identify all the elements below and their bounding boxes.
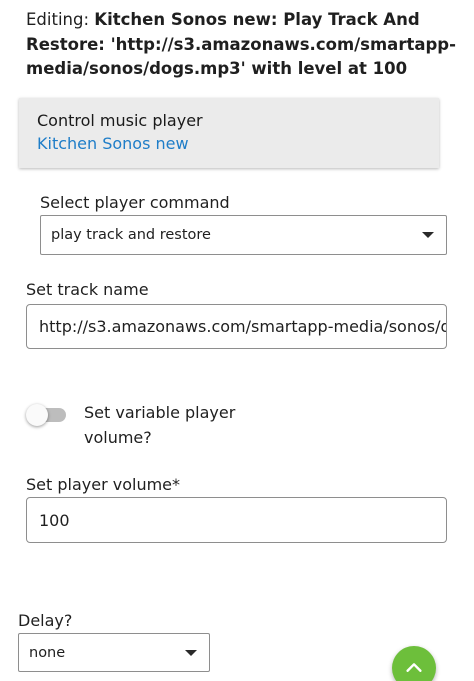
track-name-input[interactable]: http://s3.amazonaws.com/smartapp-media/s… bbox=[26, 304, 447, 349]
track-name-value: http://s3.amazonaws.com/smartapp-media/s… bbox=[39, 317, 447, 336]
player-command-label: Select player command bbox=[40, 193, 230, 212]
device-card[interactable]: Control music player Kitchen Sonos new bbox=[19, 98, 439, 168]
track-name-label: Set track name bbox=[26, 280, 149, 299]
delay-select[interactable]: none bbox=[18, 633, 210, 672]
player-command-value: play track and restore bbox=[51, 227, 211, 243]
player-volume-value: 100 bbox=[39, 510, 70, 530]
player-volume-input[interactable]: 100 bbox=[26, 497, 447, 543]
player-volume-label: Set player volume* bbox=[26, 475, 181, 494]
editing-prefix: Editing: bbox=[26, 10, 90, 29]
edit-action-page: Editing: Kitchen Sonos new: Play Track A… bbox=[0, 0, 474, 681]
device-link[interactable]: Kitchen Sonos new bbox=[37, 133, 421, 155]
variable-volume-toggle[interactable] bbox=[26, 402, 68, 426]
editing-detail: Kitchen Sonos new: Play Track And Restor… bbox=[26, 10, 456, 78]
scroll-to-top-button[interactable] bbox=[392, 646, 436, 681]
device-card-label: Control music player bbox=[37, 111, 203, 130]
variable-volume-label: Set variable player volume? bbox=[84, 403, 236, 447]
dropdown-caret-icon bbox=[422, 232, 434, 238]
toggle-knob bbox=[26, 404, 48, 426]
dropdown-caret-icon bbox=[185, 649, 197, 656]
delay-label: Delay? bbox=[18, 611, 73, 630]
editing-header: Editing: Kitchen Sonos new: Play Track A… bbox=[26, 8, 456, 82]
delay-value: none bbox=[29, 644, 66, 661]
chevron-up-icon bbox=[406, 663, 422, 672]
player-command-select[interactable]: play track and restore bbox=[40, 215, 447, 255]
